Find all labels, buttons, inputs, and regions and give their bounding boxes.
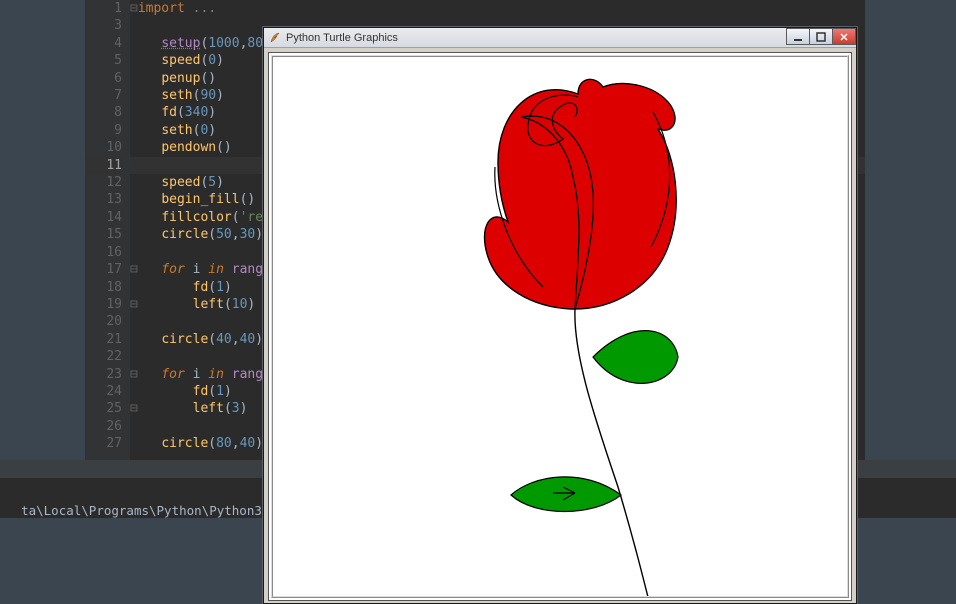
close-button[interactable]: [832, 28, 856, 45]
line-number: 13: [85, 191, 122, 208]
line-number: 6: [85, 70, 122, 87]
line-number: 15: [85, 226, 122, 243]
line-number: 11: [85, 157, 122, 174]
maximize-button[interactable]: [809, 28, 833, 45]
turtle-drawing: [273, 57, 849, 598]
line-number: 24: [85, 383, 122, 400]
turtle-canvas-frame: [268, 52, 852, 601]
line-number: 25: [85, 400, 122, 417]
close-icon: [839, 32, 849, 42]
line-number: 9: [85, 122, 122, 139]
line-number: 1: [85, 0, 122, 17]
line-number: 7: [85, 87, 122, 104]
line-number: 14: [85, 209, 122, 226]
turtle-graphics-window[interactable]: Python Turtle Graphics: [263, 27, 857, 604]
line-number: 21: [85, 331, 122, 348]
window-controls: [787, 28, 856, 46]
line-number: 17: [85, 261, 122, 278]
line-number: 16: [85, 244, 122, 261]
line-number: 26: [85, 418, 122, 435]
maximize-icon: [816, 32, 826, 42]
line-number: 18: [85, 279, 122, 296]
line-number: 20: [85, 313, 122, 330]
line-number: 12: [85, 174, 122, 191]
line-number: 3: [85, 17, 122, 34]
line-gutter: 1345678910111213141516171819202122232425…: [85, 0, 130, 460]
line-number: 8: [85, 104, 122, 121]
code-line[interactable]: ⊟import ...: [130, 0, 865, 17]
line-number: 27: [85, 435, 122, 452]
window-title: Python Turtle Graphics: [286, 32, 398, 44]
line-number: 4: [85, 35, 122, 52]
line-number: 23: [85, 366, 122, 383]
line-number: 10: [85, 139, 122, 156]
minimize-icon: [793, 32, 803, 42]
python-feather-icon: [268, 31, 282, 45]
line-number: 5: [85, 52, 122, 69]
minimize-button[interactable]: [786, 28, 810, 45]
line-number: 19: [85, 296, 122, 313]
line-number: 22: [85, 348, 122, 365]
window-titlebar[interactable]: Python Turtle Graphics: [264, 28, 856, 48]
